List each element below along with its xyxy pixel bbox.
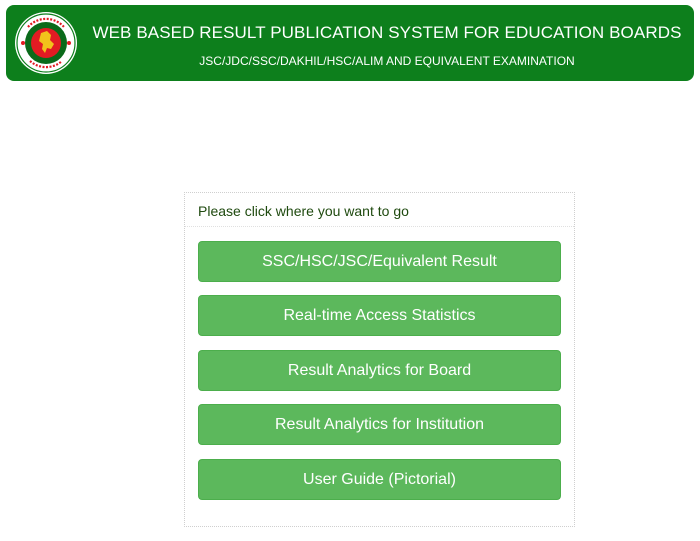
access-statistics-button[interactable]: Real-time Access Statistics — [198, 295, 561, 336]
site-header: WEB BASED RESULT PUBLICATION SYSTEM FOR … — [6, 5, 694, 81]
header-subtitle: JSC/JDC/SSC/DAKHIL/HSC/ALIM AND EQUIVALE… — [199, 54, 575, 68]
header-title: WEB BASED RESULT PUBLICATION SYSTEM FOR … — [92, 23, 682, 42]
result-button[interactable]: SSC/HSC/JSC/Equivalent Result — [198, 241, 561, 282]
institution-analytics-button[interactable]: Result Analytics for Institution — [198, 404, 561, 445]
panel-heading: Please click where you want to go — [185, 193, 574, 227]
navigation-panel: Please click where you want to go SSC/HS… — [184, 192, 575, 527]
user-guide-button[interactable]: User Guide (Pictorial) — [198, 459, 561, 500]
panel-heading-text: Please click where you want to go — [198, 203, 409, 219]
board-analytics-button[interactable]: Result Analytics for Board — [198, 350, 561, 391]
government-seal-icon — [15, 12, 77, 74]
